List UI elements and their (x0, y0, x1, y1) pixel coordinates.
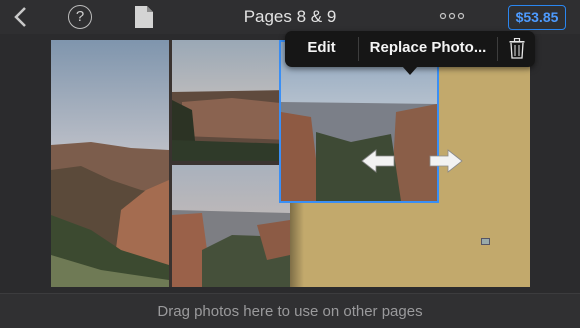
popup-pointer (402, 66, 418, 75)
photo-action-menu: Edit Replace Photo... (285, 31, 535, 67)
photo-tray[interactable]: Drag photos here to use on other pages (0, 293, 580, 328)
edit-button[interactable]: Edit (285, 31, 358, 67)
left-page (51, 40, 290, 287)
price-button[interactable]: $53.85 (508, 5, 566, 30)
pan-right-arrow-icon (429, 149, 463, 173)
pan-left-arrow-icon (361, 149, 395, 173)
cliff-photo-top[interactable] (172, 40, 290, 161)
drag-hint-text: Drag photos here to use on other pages (157, 303, 423, 320)
photo-corner-badge (481, 238, 490, 245)
menu-separator (497, 37, 498, 61)
top-toolbar: ? Pages 8 & 9 $53.85 (0, 0, 580, 34)
page-icon[interactable] (133, 5, 155, 29)
replace-photo-button[interactable]: Replace Photo... (359, 31, 497, 67)
trash-icon[interactable] (509, 38, 525, 59)
canyon-photo-bottom[interactable] (172, 165, 290, 287)
more-icon[interactable] (439, 10, 465, 22)
canyon-photo-tall[interactable] (51, 40, 169, 287)
help-icon[interactable]: ? (68, 5, 92, 29)
back-icon[interactable] (12, 6, 30, 28)
